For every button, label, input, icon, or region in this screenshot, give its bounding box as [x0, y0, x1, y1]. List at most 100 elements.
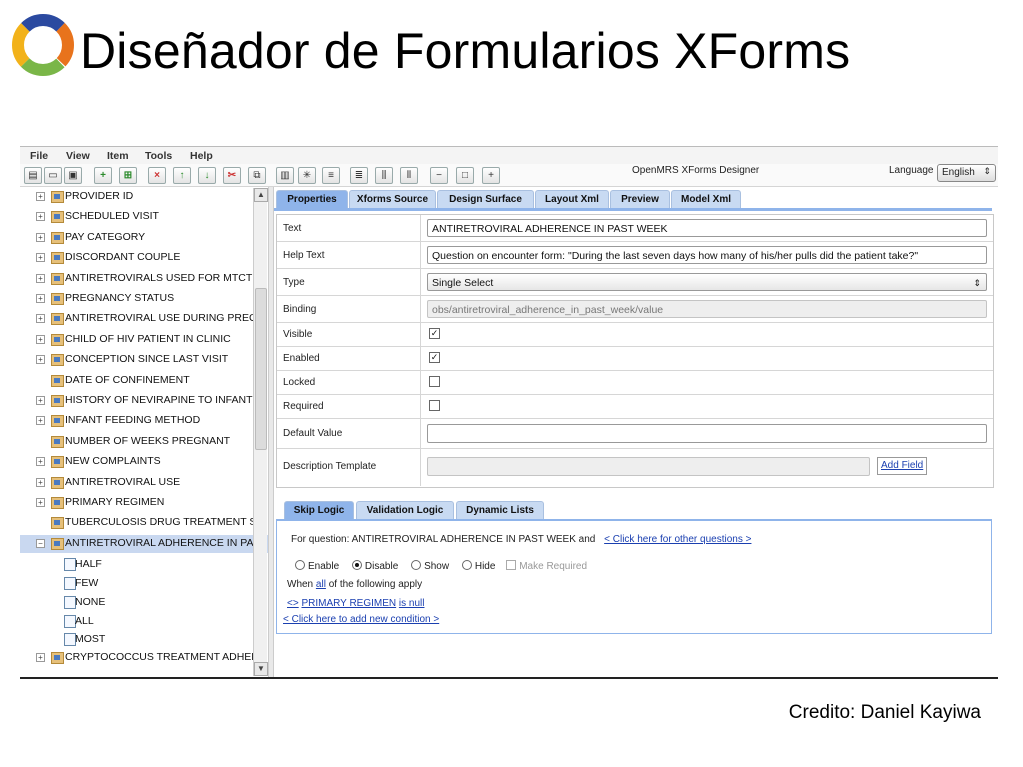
- tree-scrollbar[interactable]: ▲ ▼: [253, 188, 268, 676]
- refresh-icon[interactable]: ✳: [298, 167, 316, 184]
- tab-preview[interactable]: Preview: [610, 190, 670, 208]
- menu-tools[interactable]: Tools: [145, 150, 172, 162]
- menu-file[interactable]: File: [30, 150, 48, 162]
- when-all-link[interactable]: all: [316, 579, 326, 590]
- tree-item[interactable]: + PROVIDER ID: [20, 188, 268, 206]
- new-form-icon[interactable]: ▤: [24, 167, 42, 184]
- move-up-icon[interactable]: ↑: [173, 167, 191, 184]
- tab-xforms-source[interactable]: Xforms Source: [349, 190, 436, 208]
- menu-view[interactable]: View: [66, 150, 90, 162]
- type-select[interactable]: Single Select ⇕: [427, 273, 987, 291]
- expand-toggle-icon[interactable]: +: [36, 334, 45, 344]
- view-icon[interactable]: □: [456, 167, 474, 184]
- expand-toggle-icon[interactable]: +: [36, 212, 45, 222]
- locked-checkbox[interactable]: [429, 376, 440, 387]
- expand-toggle-icon[interactable]: +: [36, 498, 45, 507]
- align-bottom-icon[interactable]: ⫴: [400, 167, 418, 184]
- tree-option-item[interactable]: HALF: [20, 555, 268, 574]
- align-left-icon[interactable]: ≡: [322, 167, 340, 184]
- expand-toggle-icon[interactable]: +: [36, 416, 45, 426]
- tree-item[interactable]: TUBERCULOSIS DRUG TREATMENT ST: [20, 514, 268, 532]
- language-select[interactable]: English ⇕: [937, 164, 996, 182]
- tree-item[interactable]: + HISTORY OF NEVIRAPINE TO INFANT: [20, 392, 268, 410]
- expand-toggle-icon[interactable]: +: [36, 355, 45, 365]
- tree-item[interactable]: + ANTIRETROVIRAL USE DURING PREGI: [20, 310, 268, 328]
- tab-properties[interactable]: Properties: [276, 190, 348, 208]
- tree-item[interactable]: + INFANT FEEDING METHOD: [20, 412, 268, 430]
- tree-item[interactable]: + ANTIRETROVIRAL USE: [20, 474, 268, 492]
- tab-skip-logic[interactable]: Skip Logic: [284, 501, 354, 519]
- enabled-checkbox[interactable]: ✓: [429, 352, 440, 363]
- scroll-up-icon[interactable]: ▲: [254, 188, 268, 202]
- expand-toggle-icon[interactable]: +: [36, 314, 45, 324]
- expand-toggle-icon[interactable]: +: [36, 477, 45, 487]
- tree-item[interactable]: NUMBER OF WEEKS PREGNANT: [20, 433, 268, 451]
- collapse-toggle-icon[interactable]: −: [36, 538, 45, 548]
- condition-value-link[interactable]: is null: [399, 598, 425, 609]
- expand-toggle-icon[interactable]: +: [36, 294, 45, 303]
- tree-item[interactable]: + NEW COMPLAINTS: [20, 453, 268, 471]
- expand-toggle-icon[interactable]: +: [36, 253, 45, 263]
- tree-item[interactable]: + DISCORDANT COUPLE: [20, 249, 268, 267]
- tree-item[interactable]: + CHILD OF HIV PATIENT IN CLINIC: [20, 331, 268, 349]
- tree-item[interactable]: + PRIMARY REGIMEN: [20, 494, 268, 512]
- default-value-field[interactable]: [427, 424, 987, 443]
- add-icon[interactable]: +: [94, 167, 112, 184]
- copy-icon[interactable]: ⧉: [248, 167, 266, 184]
- expand-toggle-icon[interactable]: +: [36, 457, 45, 467]
- expand-toggle-icon[interactable]: +: [36, 273, 45, 283]
- tree-option-item[interactable]: FEW: [20, 574, 268, 593]
- make-required-checkbox[interactable]: Make Required: [506, 560, 587, 572]
- open-icon[interactable]: ▭: [44, 167, 62, 184]
- hide-radio[interactable]: Hide: [461, 560, 495, 572]
- save-icon[interactable]: ▣: [64, 167, 82, 184]
- tree-item[interactable]: DATE OF CONFINEMENT: [20, 372, 268, 390]
- tab-dynamic-lists[interactable]: Dynamic Lists: [456, 501, 544, 519]
- disable-radio[interactable]: Disable: [351, 560, 398, 572]
- condition-operator-link[interactable]: <>: [287, 598, 299, 609]
- tab-validation-logic[interactable]: Validation Logic: [356, 501, 454, 519]
- expand-icon[interactable]: +: [482, 167, 500, 184]
- tree-option-item[interactable]: NONE: [20, 593, 268, 612]
- tree-option-item[interactable]: MOST: [20, 630, 268, 649]
- show-radio[interactable]: Show: [411, 560, 449, 572]
- other-questions-link[interactable]: < Click here for other questions >: [604, 534, 751, 545]
- tree-item[interactable]: − ANTIRETROVIRAL ADHERENCE IN PAS: [20, 534, 268, 553]
- tab-design-surface[interactable]: Design Surface: [437, 190, 534, 208]
- expand-toggle-icon[interactable]: +: [36, 192, 45, 201]
- add-field-button[interactable]: Add Field: [877, 457, 928, 475]
- tree-item[interactable]: + SCHEDULED VISIT: [20, 208, 268, 226]
- expand-toggle-icon[interactable]: +: [36, 232, 45, 242]
- add-child-icon[interactable]: ⊞: [119, 167, 137, 184]
- cut-icon[interactable]: ✂: [223, 167, 241, 184]
- tree-item[interactable]: + ANTIRETROVIRALS USED FOR MTCT P: [20, 270, 268, 288]
- tree-item[interactable]: + CRYPTOCOCCUS TREATMENT ADHER: [20, 649, 268, 667]
- tree-item[interactable]: + PREGNANCY STATUS: [20, 290, 268, 308]
- chevron-updown-icon: ⇕: [973, 278, 981, 288]
- condition-field-link[interactable]: PRIMARY REGIMEN: [301, 598, 396, 609]
- scroll-down-icon[interactable]: ▼: [254, 662, 268, 676]
- expand-toggle-icon[interactable]: +: [36, 396, 45, 405]
- tab-layout-xml[interactable]: Layout Xml: [535, 190, 609, 208]
- tree-item[interactable]: + CONCEPTION SINCE LAST VISIT: [20, 351, 268, 369]
- text-field[interactable]: ANTIRETROVIRAL ADHERENCE IN PAST WEEK: [427, 219, 987, 237]
- tab-model-xml[interactable]: Model Xml: [671, 190, 741, 208]
- tree-option-item[interactable]: ALL: [20, 612, 268, 631]
- visible-checkbox[interactable]: ✓: [429, 328, 440, 339]
- scroll-thumb[interactable]: [255, 288, 267, 450]
- paste-icon[interactable]: ▥: [276, 167, 294, 184]
- collapse-icon[interactable]: −: [430, 167, 448, 184]
- help-text-field[interactable]: Question on encounter form: "During the …: [427, 246, 987, 264]
- move-down-icon[interactable]: ↓: [198, 167, 216, 184]
- expand-toggle-icon[interactable]: +: [36, 653, 45, 663]
- align-right-icon[interactable]: ≣: [350, 167, 368, 184]
- align-top-icon[interactable]: ⫼: [375, 167, 393, 184]
- required-checkbox[interactable]: [429, 400, 440, 411]
- delete-icon[interactable]: ×: [148, 167, 166, 184]
- enable-radio[interactable]: Enable: [295, 560, 339, 572]
- menu-item[interactable]: Item: [107, 150, 129, 162]
- menu-help[interactable]: Help: [190, 150, 213, 162]
- tree-item[interactable]: + PAY CATEGORY: [20, 229, 268, 247]
- panel-splitter[interactable]: [268, 187, 274, 677]
- add-condition-link[interactable]: < Click here to add new condition >: [283, 614, 439, 625]
